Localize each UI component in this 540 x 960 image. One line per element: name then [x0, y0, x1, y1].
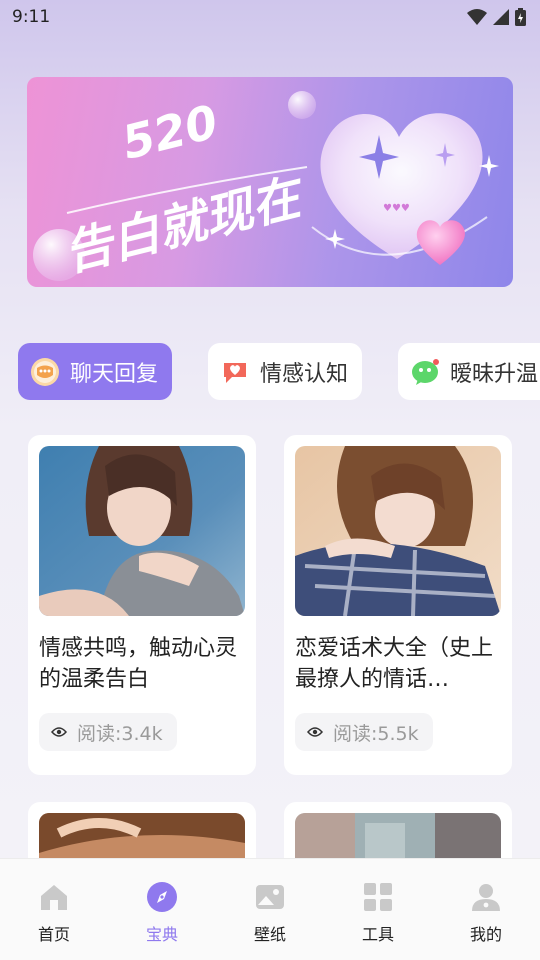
view-count-badge: 阅读:5.5k [295, 713, 433, 751]
wifi-icon [467, 9, 487, 25]
banner-number: 520 [117, 94, 223, 170]
article-thumbnail [295, 446, 501, 616]
svg-text:♥♥♥: ♥♥♥ [383, 203, 410, 214]
eye-icon [51, 727, 67, 737]
nav-label: 工具 [361, 925, 394, 944]
banner-artwork: ♥♥♥ 520 告白就现在 [33, 91, 499, 282]
nav-tools[interactable]: 工具 [338, 881, 418, 945]
banner-slogan: 告白就现在 [59, 168, 312, 282]
home-icon [41, 885, 67, 910]
article-title: 情感共鸣，触动心灵的温柔告白 [39, 636, 238, 692]
status-time: 9:11 [12, 7, 51, 27]
category-chips: 聊天回复 情感认知 暧昧升温 [18, 343, 540, 400]
article-card[interactable]: 恋爱话术大全（史上最撩人的情话… 阅读:5.5k [284, 435, 512, 775]
bottom-nav: 首页 宝典 壁纸 工具 我的 [0, 858, 540, 960]
promo-banner[interactable]: ♥♥♥ 520 告白就现在 [27, 77, 513, 287]
nav-wallpaper[interactable]: 壁纸 [230, 881, 310, 945]
wallpaper-icon [256, 885, 284, 909]
chat-bubble-icon [31, 357, 59, 386]
chip-label: 情感认知 [260, 361, 349, 387]
chip-label: 暧昧升温 [450, 361, 539, 387]
nav-label: 宝典 [145, 925, 178, 944]
nav-home[interactable]: 首页 [14, 881, 94, 945]
nav-label: 壁纸 [253, 925, 286, 944]
chip-emotion-cognition[interactable]: 情感认知 [208, 343, 363, 400]
compass-icon [147, 882, 177, 912]
eye-icon [307, 727, 323, 737]
grid-tools-icon [364, 883, 392, 911]
nav-label: 首页 [37, 925, 70, 944]
view-count: 阅读:3.4k [77, 722, 163, 745]
nav-label: 我的 [469, 925, 502, 944]
article-thumbnail [39, 446, 245, 616]
wechat-bubble-icon [412, 358, 440, 385]
profile-icon [472, 884, 500, 911]
status-bar: 9:11 [0, 0, 540, 34]
status-icons [467, 8, 526, 26]
battery-icon [515, 8, 526, 26]
article-card[interactable]: 情感共鸣，触动心灵的温柔告白 阅读:3.4k [28, 435, 256, 775]
heart-message-icon [224, 362, 247, 383]
chip-ambiguity-warming[interactable]: 暧昧升温 [398, 343, 540, 400]
view-count: 阅读:5.5k [333, 722, 419, 745]
article-title: 恋爱话术大全（史上最撩人的情话… [295, 636, 494, 692]
view-count-badge: 阅读:3.4k [39, 713, 177, 751]
chip-label: 聊天回复 [70, 361, 159, 387]
nav-profile[interactable]: 我的 [446, 881, 526, 945]
signal-icon [493, 9, 509, 25]
nav-guide[interactable]: 宝典 [122, 881, 202, 945]
chip-chat-reply[interactable]: 聊天回复 [18, 343, 173, 400]
